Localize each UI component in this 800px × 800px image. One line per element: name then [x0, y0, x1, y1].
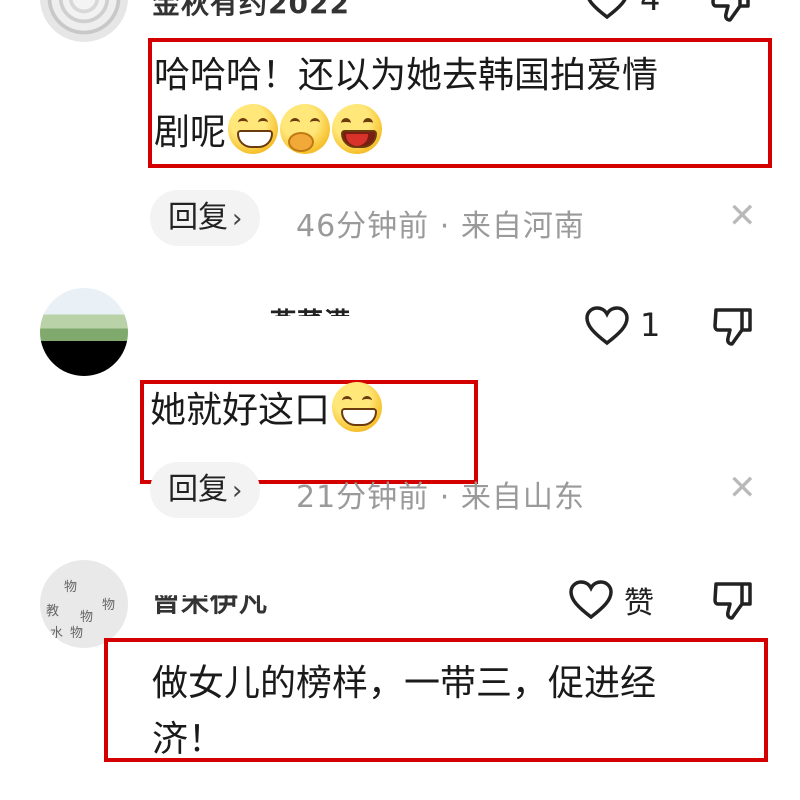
location: 来自山东 — [460, 480, 585, 515]
comment-meta: 21分钟前 · 来自山东 — [296, 472, 585, 516]
reply-button[interactable]: 回复 › — [150, 190, 261, 246]
heart-outline-icon[interactable] — [568, 580, 614, 620]
timestamp: 21分钟前 — [296, 480, 430, 515]
username[interactable]: 金秋有约2022 — [152, 0, 350, 22]
grin-emoji — [228, 104, 279, 154]
close-icon[interactable]: ✕ — [728, 468, 757, 508]
comment-text: 做女儿的榜样，一带三，促进经 济！ — [152, 656, 752, 768]
timestamp: 46分钟前 — [296, 209, 430, 244]
chevron-right-icon: › — [232, 476, 243, 506]
heart-outline-icon[interactable] — [584, 0, 630, 20]
chevron-right-icon: › — [232, 204, 243, 234]
comment-text: 哈哈哈！还以为她去韩国拍爱情 剧呢 — [154, 48, 764, 161]
location: 来自河南 — [460, 209, 585, 244]
avatar-char: 物 — [102, 598, 116, 613]
avatar-char: 教 — [46, 604, 60, 619]
avatar[interactable]: 物 物 教 物 水 物 — [40, 560, 128, 648]
comment-line: 做女儿的榜样，一带三，促进经 — [152, 663, 657, 704]
username[interactable]: 曾宋伊凡 — [152, 595, 268, 620]
comment-line: 哈哈哈！还以为她去韩国拍爱情 — [154, 55, 659, 96]
avatar[interactable] — [40, 288, 128, 376]
grin-emoji — [332, 382, 383, 432]
thumbs-down-icon[interactable] — [712, 306, 754, 348]
reply-button[interactable]: 回复 › — [150, 462, 261, 518]
thumbs-down-icon[interactable] — [712, 580, 754, 622]
avatar-char: 水 — [50, 626, 64, 641]
reply-label: 回复 — [168, 472, 228, 507]
comment-line: 她就好这口 — [150, 390, 331, 431]
heart-outline-icon[interactable] — [584, 306, 630, 346]
username[interactable]: 燕菜满 — [270, 302, 351, 316]
close-icon[interactable]: ✕ — [728, 196, 757, 236]
avatar-char: 物 — [64, 580, 78, 595]
meta-separator: · — [439, 480, 451, 515]
like-label: 赞 — [624, 586, 654, 621]
meta-separator: · — [439, 209, 451, 244]
avatar[interactable] — [40, 0, 128, 42]
avatar-char: 物 — [70, 626, 84, 641]
comment-meta: 46分钟前 · 来自河南 — [296, 201, 585, 245]
comment-line-2: 济！ — [152, 719, 225, 760]
thumbs-down-icon[interactable] — [710, 0, 752, 24]
reply-label: 回复 — [168, 200, 228, 235]
comment-line-2: 剧呢 — [154, 104, 764, 161]
like-count: 1 — [640, 306, 661, 344]
laughing-emoji — [332, 104, 383, 154]
smirk-emoji — [280, 104, 331, 154]
like-count: 4 — [640, 0, 660, 18]
comment-text: 她就好这口 — [150, 382, 383, 439]
